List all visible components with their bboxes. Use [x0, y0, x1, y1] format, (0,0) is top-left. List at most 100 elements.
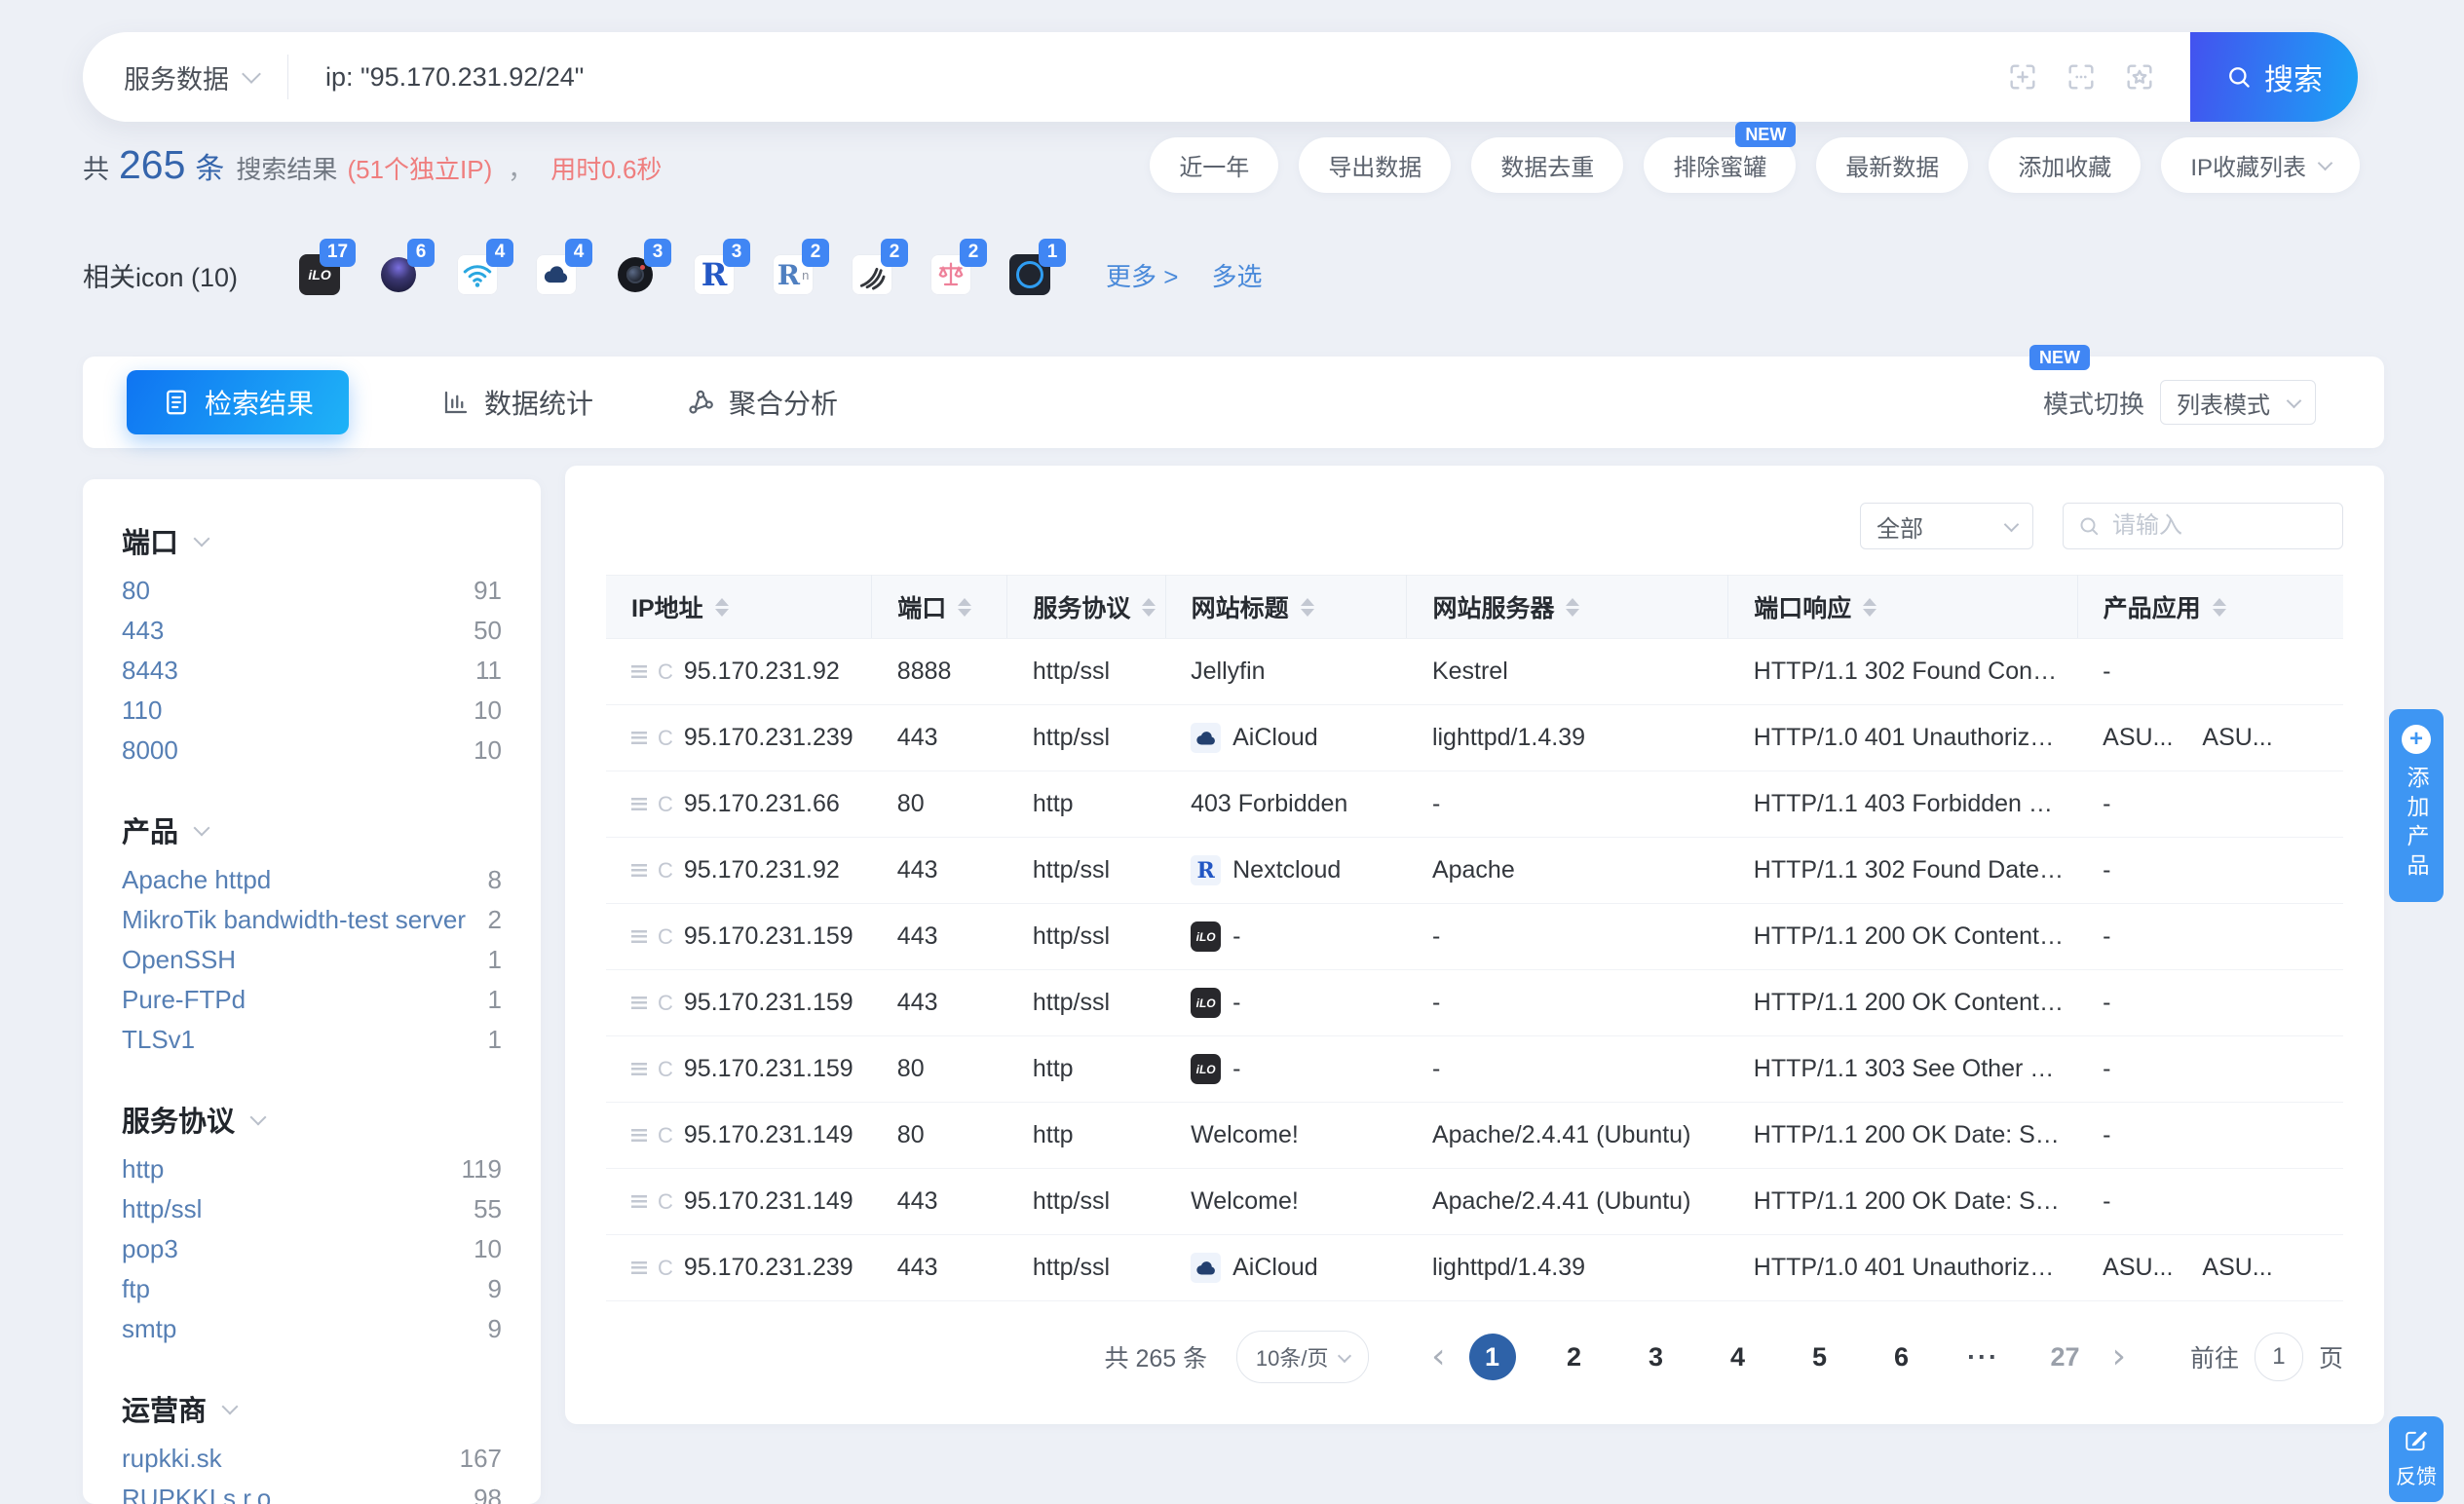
- ip-address[interactable]: 95.170.231.92: [684, 658, 840, 686]
- product-tag[interactable]: -: [2103, 989, 2110, 1016]
- product-tag[interactable]: -: [2103, 922, 2110, 950]
- add-product-button[interactable]: + 添加产品: [2389, 709, 2444, 902]
- table-row[interactable]: C95.170.231.239443http/sslAiCloudlighttp…: [606, 705, 2343, 771]
- site-title[interactable]: 403 Forbidden: [1191, 790, 1347, 818]
- detail-icon[interactable]: [631, 1261, 647, 1274]
- frame-star-icon[interactable]: [2124, 61, 2155, 93]
- ip-address[interactable]: 95.170.231.239: [684, 1254, 853, 1282]
- site-title[interactable]: Welcome!: [1191, 1187, 1299, 1216]
- response-cell[interactable]: HTTP/1.1 200 OK Content-Ty...: [1728, 970, 2077, 1036]
- detail-icon[interactable]: [631, 798, 647, 810]
- sort-carets-icon[interactable]: [1301, 598, 1314, 617]
- view-mode-select[interactable]: 列表模式: [2160, 380, 2316, 425]
- product-tag[interactable]: -: [2103, 1055, 2110, 1082]
- sort-carets-icon[interactable]: [1863, 598, 1876, 617]
- column-header[interactable]: 网站标题: [1165, 576, 1407, 639]
- product-tag[interactable]: ASU...: [2202, 724, 2272, 751]
- site-title[interactable]: AiCloud: [1232, 724, 1318, 752]
- response-cell[interactable]: HTTP/1.0 401 Unauthorized ...: [1728, 1235, 2077, 1301]
- copy-icon[interactable]: C: [658, 661, 673, 683]
- detail-icon[interactable]: [631, 1195, 647, 1208]
- goto-page-input[interactable]: 1: [2255, 1333, 2303, 1381]
- filter-link[interactable]: http: [122, 1154, 164, 1184]
- action-button[interactable]: 排除蜜罐NEW: [1644, 137, 1796, 193]
- product-tag[interactable]: ASU...: [2202, 1254, 2272, 1281]
- detail-icon[interactable]: [631, 1129, 647, 1142]
- tab-aggregate-analysis[interactable]: 聚合分析: [686, 383, 838, 422]
- pagination-ellipsis[interactable]: ···: [1960, 1334, 2007, 1380]
- table-row[interactable]: C95.170.231.14980httpWelcome!Apache/2.4.…: [606, 1103, 2343, 1169]
- copy-icon[interactable]: C: [658, 926, 673, 948]
- sort-carets-icon[interactable]: [1142, 598, 1156, 617]
- table-row[interactable]: C95.170.231.159443http/ssliLO--HTTP/1.1 …: [606, 904, 2343, 970]
- table-row[interactable]: C95.170.231.92443http/sslRNextcloudApach…: [606, 838, 2343, 904]
- site-title[interactable]: AiCloud: [1232, 1254, 1318, 1282]
- independent-ip-note[interactable]: (51个独立IP): [347, 150, 492, 186]
- sort-carets-icon[interactable]: [958, 598, 971, 617]
- filter-link[interactable]: OpenSSH: [122, 945, 236, 975]
- action-button[interactable]: 最新数据: [1816, 137, 1968, 193]
- column-header[interactable]: 网站服务器: [1407, 576, 1728, 639]
- page-number[interactable]: 2: [1551, 1334, 1598, 1380]
- r-blue-icon[interactable]: R3: [693, 253, 736, 296]
- column-filter-select[interactable]: 全部: [1860, 503, 2033, 549]
- filter-link[interactable]: 80: [122, 576, 150, 606]
- copy-icon[interactable]: C: [658, 794, 673, 815]
- column-header[interactable]: 服务协议: [1007, 576, 1165, 639]
- page-number[interactable]: 3: [1633, 1334, 1680, 1380]
- site-title[interactable]: Nextcloud: [1232, 856, 1341, 884]
- detail-icon[interactable]: [631, 732, 647, 744]
- search-input[interactable]: [323, 61, 2007, 94]
- table-row[interactable]: C95.170.231.928888http/sslJellyfinKestre…: [606, 639, 2343, 705]
- table-search-input[interactable]: [2110, 511, 2329, 541]
- copy-icon[interactable]: C: [658, 860, 673, 882]
- site-title[interactable]: Welcome!: [1191, 1121, 1299, 1149]
- sort-carets-icon[interactable]: [2213, 598, 2226, 617]
- filter-link[interactable]: ftp: [122, 1274, 150, 1304]
- response-cell[interactable]: HTTP/1.1 303 See Other Cont...: [1728, 1036, 2077, 1103]
- product-tag[interactable]: -: [2103, 1187, 2110, 1215]
- action-button[interactable]: IP收藏列表: [2161, 137, 2360, 193]
- ip-address[interactable]: 95.170.231.159: [684, 1055, 853, 1083]
- copy-icon[interactable]: C: [658, 728, 673, 749]
- column-header[interactable]: IP地址: [606, 576, 872, 639]
- response-cell[interactable]: HTTP/1.1 302 Found Date: Su...: [1728, 838, 2077, 904]
- more-link[interactable]: 更多 >: [1106, 257, 1178, 293]
- lens-icon[interactable]: 3: [614, 253, 657, 296]
- filter-link[interactable]: RUPKKI s.r.o.: [122, 1484, 278, 1504]
- filter-link[interactable]: smtp: [122, 1314, 176, 1344]
- product-tag[interactable]: -: [2103, 658, 2110, 685]
- wifi-icon[interactable]: 4: [456, 253, 499, 296]
- r-light-icon[interactable]: Rn2: [772, 253, 815, 296]
- site-title[interactable]: -: [1232, 1055, 1240, 1083]
- response-cell[interactable]: HTTP/1.0 401 Unauthorized ...: [1728, 705, 2077, 771]
- response-cell[interactable]: HTTP/1.1 403 Forbidden Cont...: [1728, 771, 2077, 838]
- search-category-dropdown[interactable]: 服务数据: [124, 58, 258, 96]
- page-number[interactable]: 5: [1797, 1334, 1843, 1380]
- action-button[interactable]: 添加收藏: [1989, 137, 2141, 193]
- ip-address[interactable]: 95.170.231.239: [684, 724, 853, 752]
- search-button[interactable]: 搜索: [2190, 32, 2358, 122]
- copy-icon[interactable]: C: [658, 993, 673, 1014]
- ilo-icon[interactable]: iLO17: [298, 253, 341, 296]
- page-number[interactable]: 4: [1715, 1334, 1762, 1380]
- sidebar-section-header[interactable]: 服务协议: [122, 1103, 502, 1136]
- action-button[interactable]: 数据去重: [1471, 137, 1623, 193]
- detail-icon[interactable]: [631, 665, 647, 678]
- sphere-icon[interactable]: 6: [377, 253, 420, 296]
- ip-address[interactable]: 95.170.231.159: [684, 989, 853, 1017]
- ip-address[interactable]: 95.170.231.149: [684, 1187, 853, 1216]
- ip-address[interactable]: 95.170.231.159: [684, 922, 853, 951]
- product-tag[interactable]: ASU...: [2103, 724, 2173, 751]
- site-title[interactable]: -: [1232, 989, 1240, 1017]
- response-cell[interactable]: HTTP/1.1 200 OK Content-Ty...: [1728, 904, 2077, 970]
- product-tag[interactable]: -: [2103, 1121, 2110, 1148]
- sidebar-section-header[interactable]: 运营商: [122, 1392, 502, 1425]
- action-button[interactable]: 近一年: [1150, 137, 1278, 193]
- filter-link[interactable]: 443: [122, 616, 164, 646]
- column-header[interactable]: 产品应用: [2077, 576, 2343, 639]
- table-row[interactable]: C95.170.231.149443http/sslWelcome!Apache…: [606, 1169, 2343, 1235]
- detail-icon[interactable]: [631, 930, 647, 943]
- filter-link[interactable]: 110: [122, 696, 162, 726]
- site-title[interactable]: -: [1232, 922, 1240, 951]
